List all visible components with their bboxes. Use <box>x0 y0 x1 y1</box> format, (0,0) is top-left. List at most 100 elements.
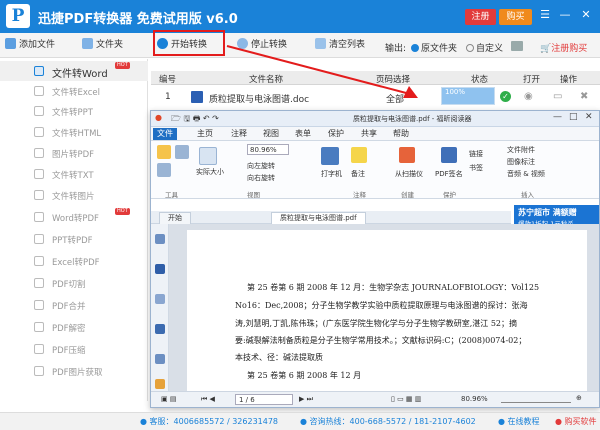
scanner-icon[interactable] <box>399 147 415 163</box>
sidebar-item-pdf-compress[interactable]: PDF压缩 <box>0 339 148 359</box>
sidebar-item-pdf-decrypt[interactable]: PDF解密 <box>0 317 148 337</box>
sidebar-item-to-image[interactable]: 文件转图片 <box>0 185 148 205</box>
typewriter-icon[interactable] <box>321 147 339 165</box>
reader-minimize-icon[interactable]: — <box>553 112 562 122</box>
select-tool-icon[interactable] <box>175 145 189 159</box>
ad-line1: 苏宁超市 满额赠 <box>518 208 577 217</box>
buy-button[interactable]: 购买 <box>499 9 532 25</box>
audio-video-button[interactable]: 音频 & 视频 <box>507 169 545 179</box>
tab-help[interactable]: 帮助 <box>389 128 413 140</box>
doc-icon <box>34 127 44 137</box>
preview-eye-icon[interactable]: ◉ <box>524 91 533 102</box>
document-tabs: 开始 质粒提取与电泳图谱.pdf <box>151 211 511 224</box>
actual-size-label[interactable]: 实际大小 <box>196 167 224 177</box>
note-icon[interactable] <box>351 147 367 163</box>
rotate-left-button[interactable]: 向左旋转 <box>247 161 275 171</box>
add-file-button[interactable]: 添加文件 <box>5 37 55 54</box>
from-scanner-button[interactable]: 从扫描仪 <box>395 169 423 179</box>
tab-form[interactable]: 表单 <box>291 128 315 140</box>
actual-size-icon[interactable] <box>199 147 217 165</box>
doc-tab-pdf[interactable]: 质粒提取与电泳图谱.pdf <box>271 212 366 224</box>
sidebar-item-word-to-pdf[interactable]: Word转PDF HOT <box>0 207 148 227</box>
reader-title-bar: ● 🗁 🖫 🖶 ↶ ↷ 质粒提取与电泳图谱.pdf - 福昕阅读器 — □ ✕ <box>151 111 599 127</box>
text-select-icon[interactable] <box>157 163 171 177</box>
sidebar-item-ppt[interactable]: 文件转PPT <box>0 101 148 121</box>
zoom-slider[interactable] <box>501 395 571 403</box>
start-convert-highlight <box>153 30 225 56</box>
bookmark-panel-icon[interactable] <box>155 294 165 304</box>
cart-icon: 🛒 <box>540 44 552 54</box>
pages-icon[interactable] <box>155 264 165 274</box>
output-custom-radio[interactable]: 自定义 <box>466 41 503 54</box>
group-tools: 工具 <box>165 191 178 199</box>
reader-close-icon[interactable]: ✕ <box>585 112 593 122</box>
link-button[interactable]: 链接 <box>469 149 483 159</box>
buy-software-link[interactable]: ● 购买软件 <box>555 416 597 427</box>
zoom-in-icon[interactable]: ⊕ <box>576 394 582 402</box>
bookmark-button[interactable]: 书签 <box>469 163 483 173</box>
online-tutorial-link[interactable]: ● 在线教程 <box>498 416 540 427</box>
register-button[interactable]: 注册 <box>465 9 496 25</box>
close-icon[interactable]: ✕ <box>579 8 593 21</box>
thumbnail-icon[interactable] <box>155 234 165 244</box>
layers-icon[interactable] <box>155 354 165 364</box>
menu-icon[interactable]: ☰ <box>538 8 552 21</box>
group-comment: 注释 <box>353 191 366 199</box>
sidebar-item-word[interactable]: 文件转Word HOT <box>0 61 148 81</box>
hand-tool-icon[interactable] <box>157 145 171 159</box>
tab-home[interactable]: 主页 <box>193 128 217 140</box>
tab-file[interactable]: 文件 <box>153 128 177 140</box>
tab-view[interactable]: 视图 <box>259 128 283 140</box>
tab-share[interactable]: 共享 <box>357 128 381 140</box>
file-attach-button[interactable]: 文件附件 <box>507 145 535 155</box>
pdf-sign-icon[interactable] <box>441 147 457 163</box>
tab-protect[interactable]: 保护 <box>324 128 348 140</box>
first-page-icon[interactable]: ⏮ ◀ <box>201 395 215 404</box>
image-annot-button[interactable]: 图像标注 <box>507 157 535 167</box>
sidebar-item-pdf-image-extract[interactable]: PDF图片获取 <box>0 361 148 381</box>
open-folder-icon[interactable]: ▭ <box>553 91 562 102</box>
doc-tab-start[interactable]: 开始 <box>159 212 191 224</box>
attachment-icon[interactable] <box>155 324 165 334</box>
header-index: 编号 <box>159 75 177 85</box>
reader-menu-tabs: 文件 主页 注释 视图 表单 保护 共享 帮助 <box>151 127 599 141</box>
pdf-sign-button[interactable]: PDF签名 <box>435 169 463 179</box>
stop-convert-button[interactable]: 停止转换 <box>237 37 287 54</box>
clear-icon <box>315 38 326 49</box>
rotate-right-button[interactable]: 向右旋转 <box>247 173 275 183</box>
add-folder-button[interactable]: 文件夹 <box>82 37 123 54</box>
tab-comment[interactable]: 注释 <box>227 128 251 140</box>
note-button[interactable]: 备注 <box>351 169 365 179</box>
typewriter-button[interactable]: 打字机 <box>321 169 342 179</box>
output-original-radio[interactable]: 原文件夹 <box>411 41 457 54</box>
sidebar-item-ppt-to-pdf[interactable]: PPT转PDF <box>0 229 148 249</box>
radio-selected-icon <box>411 44 419 52</box>
browse-folder-icon[interactable] <box>511 41 523 51</box>
qq-icon: ● <box>140 417 147 426</box>
sidebar-item-excel[interactable]: 文件转Excel <box>0 81 148 101</box>
register-buy-button[interactable]: 🛒注册购买 <box>540 41 587 54</box>
next-page-icon[interactable]: ▶ ⏭ <box>299 395 313 404</box>
row-pages[interactable]: 全部 <box>386 92 404 105</box>
header-name: 文件名称 <box>249 75 284 85</box>
sidebar-item-html[interactable]: 文件转HTML <box>0 122 148 142</box>
sidebar-item-excel-to-pdf[interactable]: Excel转PDF <box>0 251 148 271</box>
sidebar-item-txt[interactable]: 文件转TXT <box>0 164 148 184</box>
minimize-icon[interactable]: — <box>558 8 572 21</box>
page-number-input[interactable]: 1 / 6 <box>235 394 293 405</box>
clear-list-button[interactable]: 清空列表 <box>315 37 365 54</box>
reader-maximize-icon[interactable]: □ <box>569 112 578 122</box>
image-icon <box>34 148 44 158</box>
sidebar-item-pdf-split[interactable]: PDF切割 <box>0 273 148 293</box>
layout-icons[interactable]: ▣ ▤ <box>161 395 176 403</box>
sidebar-item-pdf-merge[interactable]: PDF合并 <box>0 295 148 315</box>
lock-icon[interactable] <box>155 379 165 389</box>
sidebar-item-image-to-pdf[interactable]: 图片转PDF <box>0 143 148 163</box>
delete-icon[interactable]: ✖ <box>580 91 588 102</box>
quick-access-toolbar[interactable]: 🗁 🖫 🖶 ↶ ↷ <box>171 113 219 127</box>
doc-icon <box>34 66 44 76</box>
view-mode-icons[interactable]: ▯ ▭ ▦ ▥ <box>391 395 421 403</box>
header-open: 打开 <box>523 75 541 85</box>
status-zoom[interactable]: 80.96% <box>461 395 488 403</box>
zoom-input[interactable]: 80.96% <box>247 144 289 155</box>
